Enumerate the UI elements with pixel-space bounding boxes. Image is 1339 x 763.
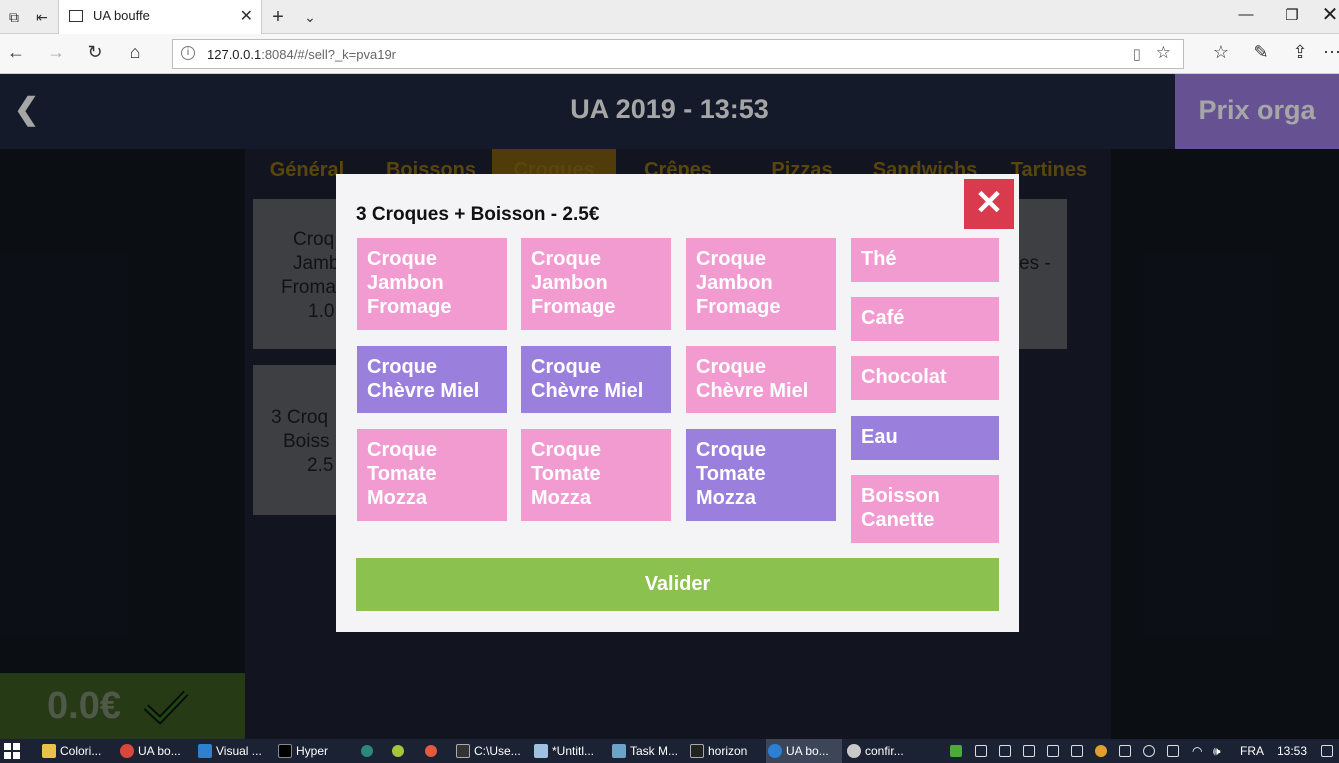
option-boisson-canette[interactable]: Boisson Canette [851,475,999,543]
taskbar-item-chrome[interactable]: UA bo... [118,739,181,763]
option-croque-tomate-mozza[interactable]: Croque Tomate Mozza [521,429,671,521]
edge-icon [768,744,782,758]
terminal-icon [278,744,292,758]
option-croque-chevre-miel[interactable]: Croque Chèvre Miel [686,346,836,413]
display-icon[interactable] [1167,745,1179,757]
clock[interactable]: 13:53 [1277,739,1307,763]
app-icon[interactable] [1095,745,1107,757]
reading-view-icon[interactable]: ▯ [1133,45,1141,63]
star-icon[interactable]: ☆ [1156,43,1171,63]
option-chocolat[interactable]: Chocolat [851,356,999,400]
windows-start-icon[interactable] [4,743,20,759]
option-croque-tomate-mozza[interactable]: Croque Tomate Mozza [357,429,507,521]
more-icon[interactable]: ⋯ [1320,42,1339,63]
folder-icon [42,744,56,758]
taskbar-item-explorer[interactable]: Colori... [40,739,101,763]
info-icon[interactable]: i [181,46,195,60]
browser-tab[interactable]: UA bouffe ✕ [58,0,262,34]
option-croque-jambon-fromage[interactable]: Croque Jambon Fromage [686,238,836,330]
close-icon[interactable]: ✕ [964,179,1014,229]
back-arrow-icon[interactable]: ← [4,42,28,63]
wifi-icon[interactable]: ◠ [1192,739,1202,763]
notification-icon[interactable] [1321,745,1333,757]
url-text[interactable]: 127.0.0.1:8084/#/sell?_k=pva19r [207,47,396,62]
taskbar-item-confirm[interactable]: confir... [845,739,904,763]
option-croque-chevre-miel[interactable]: Croque Chèvre Miel [521,346,671,413]
notepad-icon [534,744,548,758]
tab-title: UA bouffe [93,8,150,23]
monitor-icon[interactable] [1071,745,1083,757]
taskbar-item-hyper[interactable]: Hyper [276,739,328,763]
validate-button[interactable]: Valider [356,558,999,611]
maximize-icon[interactable]: ❐ [1282,6,1302,24]
page-icon [69,10,83,22]
language-indicator[interactable]: FRA [1240,739,1264,763]
taskbar-item-vscode[interactable]: Visual ... [196,739,262,763]
taskbar: Colori... UA bo... Visual ... Hyper C:\U… [0,739,1339,763]
minimize-icon[interactable]: — [1236,6,1256,23]
option-croque-tomate-mozza[interactable]: Croque Tomate Mozza [686,429,836,521]
option-croque-jambon-fromage[interactable]: Croque Jambon Fromage [357,238,507,330]
app-icon[interactable] [1047,745,1059,757]
app-icon[interactable] [361,745,373,757]
app-icon[interactable] [950,745,962,757]
vscode-icon [198,744,212,758]
chrome-icon [120,744,134,758]
close-window-icon[interactable]: ✕ [1320,2,1339,27]
terminal-icon [690,744,704,758]
taskbar-item-task-manager[interactable]: Task M... [610,739,678,763]
app-icon[interactable] [392,745,404,757]
browser-tab-bar: ⧉ ⇤ UA bouffe ✕ + ⌄ — ❐ ✕ [0,0,1339,34]
bluetooth-icon[interactable] [927,745,939,757]
cloud-icon[interactable] [1143,745,1155,757]
option-cafe[interactable]: Café [851,297,999,341]
home-icon[interactable]: ⌂ [123,42,147,63]
new-tab-icon[interactable]: + [268,7,288,27]
shield-icon[interactable] [975,745,987,757]
share-icon[interactable]: ⇪ [1288,42,1312,63]
close-tab-icon[interactable]: ✕ [240,6,253,26]
option-croque-jambon-fromage[interactable]: Croque Jambon Fromage [521,238,671,330]
forward-arrow-icon[interactable]: → [44,42,68,63]
taskbar-item-notepad[interactable]: *Untitl... [532,739,594,763]
app-icon[interactable] [999,745,1011,757]
address-bar[interactable]: i 127.0.0.1:8084/#/sell?_k=pva19r ▯ ☆ [172,39,1184,69]
paint-icon [847,744,861,758]
chevron-down-icon[interactable]: ⌄ [300,7,320,27]
cmd-icon [456,744,470,758]
battery-icon[interactable] [1119,745,1131,757]
taskbar-item-edge[interactable]: UA bo... [766,739,842,763]
favorites-icon[interactable]: ☆ [1209,42,1233,63]
pen-icon[interactable]: ✎ [1249,42,1273,63]
refresh-icon[interactable]: ↻ [83,42,107,63]
option-croque-chevre-miel[interactable]: Croque Chèvre Miel [357,346,507,413]
taskbar-item-horizon[interactable]: horizon [688,739,747,763]
taskbar-item-cmd[interactable]: C:\Use... [454,739,521,763]
option-eau[interactable]: Eau [851,416,999,460]
set-aside-tabs-icon[interactable]: ⇤ [32,7,52,27]
tab-actions-icon[interactable]: ⧉ [4,7,24,27]
option-the[interactable]: Thé [851,238,999,282]
app-icon[interactable] [1023,745,1035,757]
modal-title: 3 Croques + Boisson - 2.5€ [356,204,600,225]
volume-icon[interactable]: 🕪 [1213,739,1221,763]
formula-modal: 3 Croques + Boisson - 2.5€ ✕ Croque Jamb… [336,174,1019,632]
browser-nav-bar: ← → ↻ ⌂ i 127.0.0.1:8084/#/sell?_k=pva19… [0,34,1339,74]
task-manager-icon [612,744,626,758]
app-icon[interactable] [425,745,437,757]
